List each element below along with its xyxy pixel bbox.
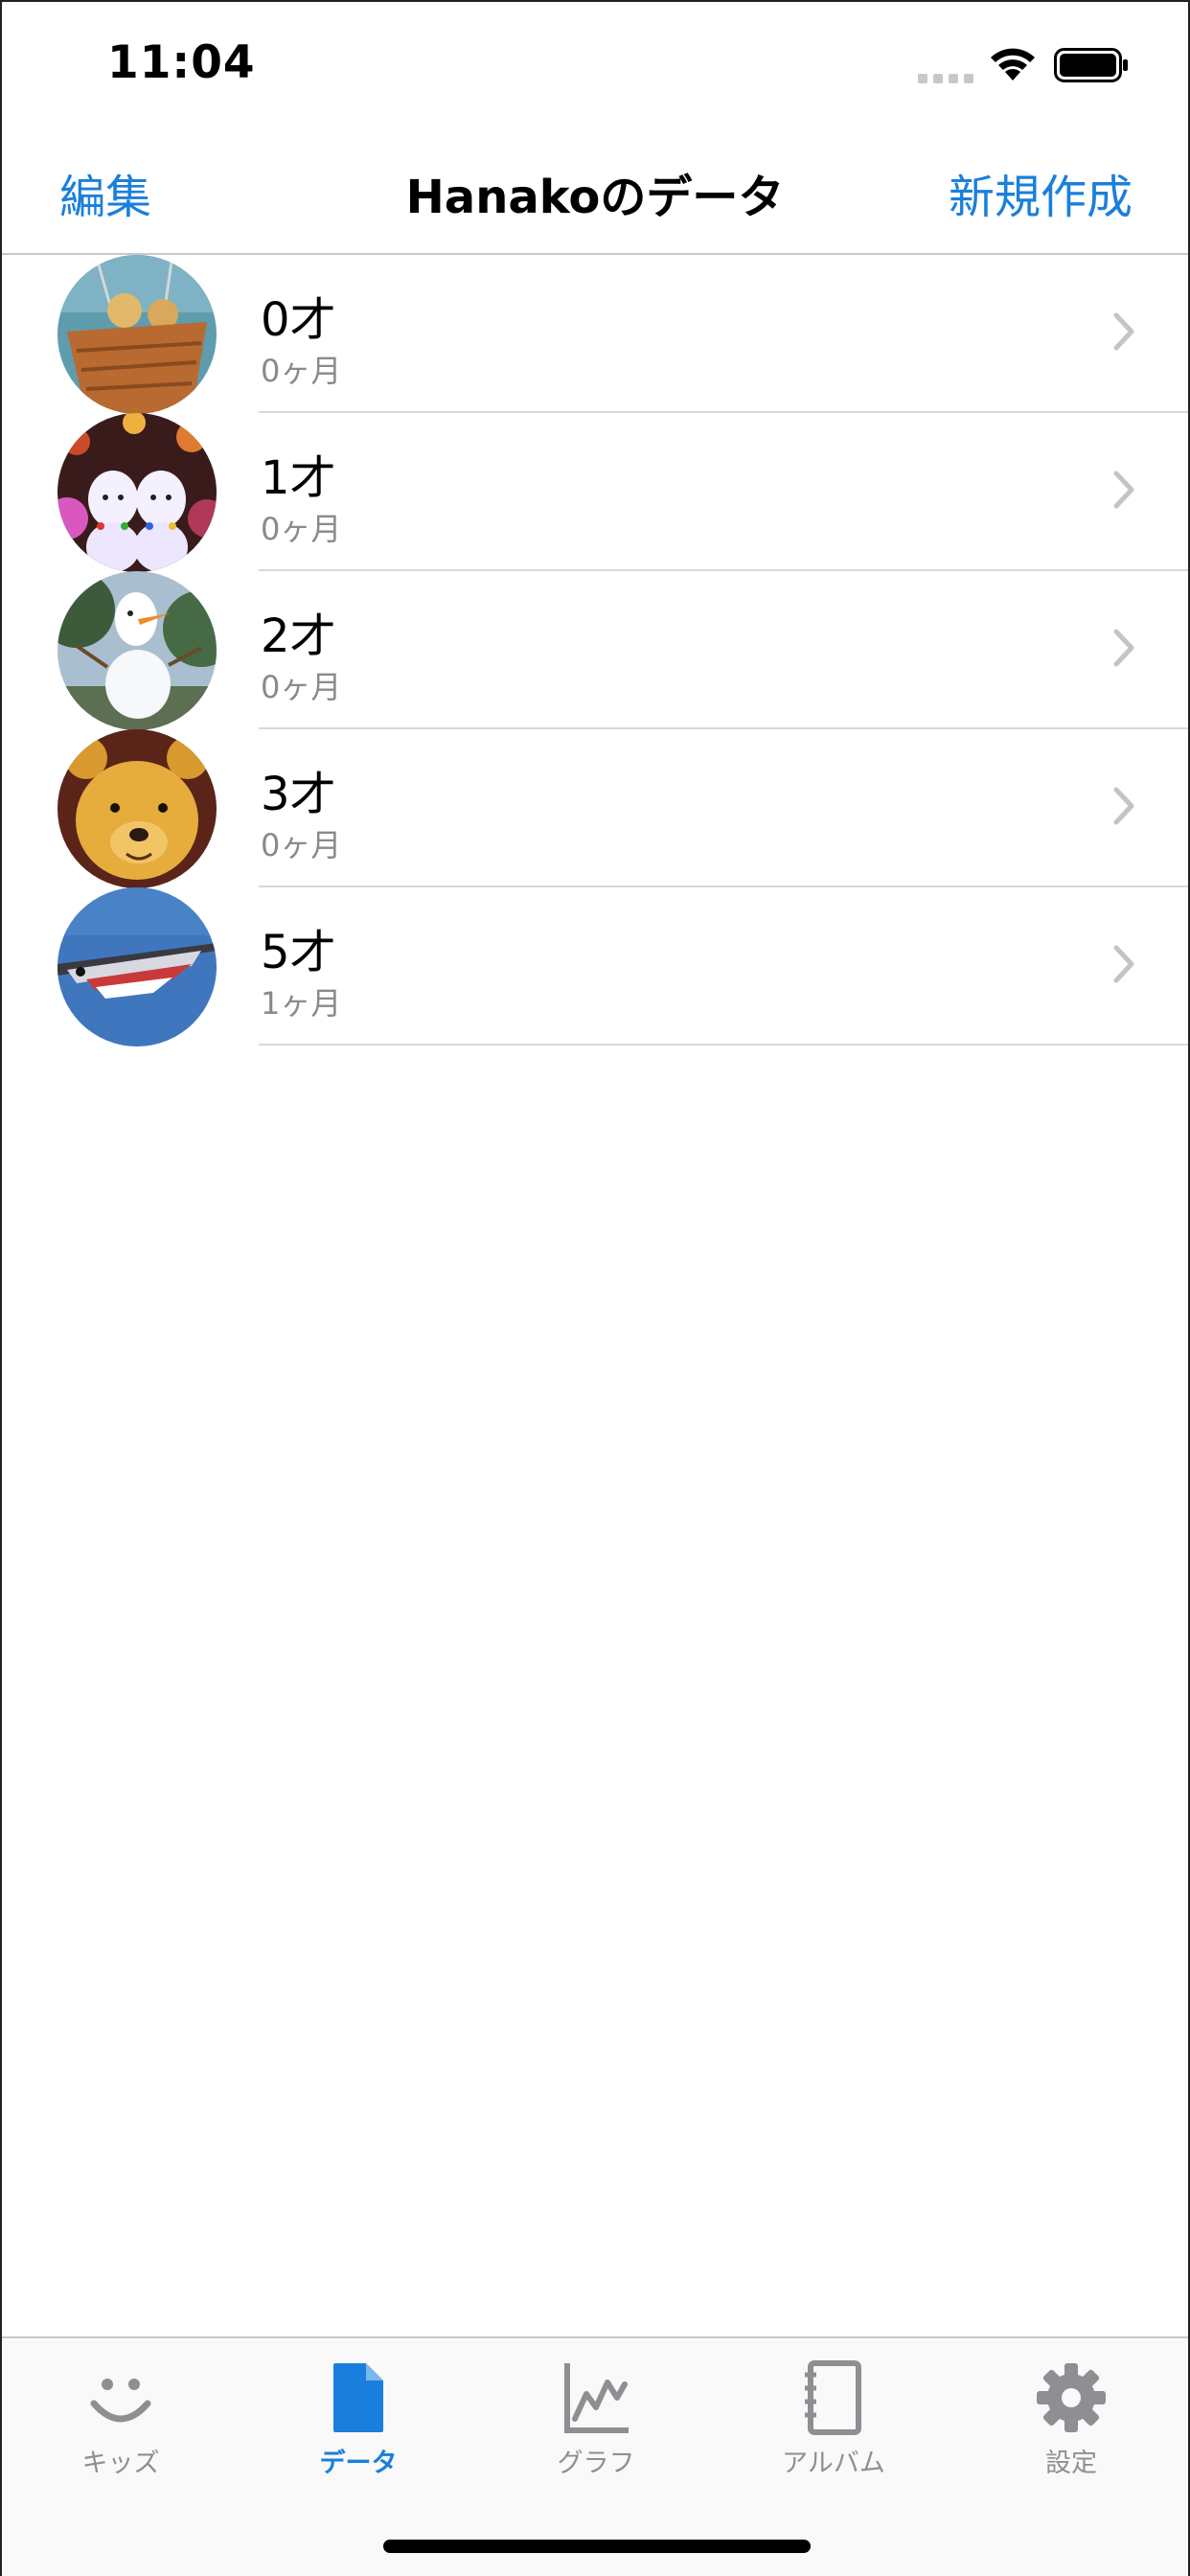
document-icon (263, 2359, 454, 2436)
chevron-right-icon (1113, 945, 1134, 987)
status-bar: 11:04 (2, 2, 1188, 128)
avatar-basket-photo (57, 255, 217, 414)
tab-album[interactable]: アルバム (738, 2359, 929, 2479)
navigation-bar: 編集 Hanakoのデータ 新規作成 (2, 128, 1188, 255)
battery-icon (1054, 48, 1129, 86)
age-years: 2才 (261, 610, 336, 663)
tab-kids[interactable]: キッズ (25, 2359, 217, 2479)
chevron-right-icon (1113, 312, 1134, 355)
notebook-icon (738, 2359, 929, 2436)
chevron-right-icon (1113, 471, 1134, 513)
age-years: 1才 (261, 451, 336, 505)
row-separator (259, 1044, 1188, 1046)
app-screen: 11:04 編集 Hanakoのデータ 新規作成 0才 0ヶ月 1才 0ヶ月 2… (0, 0, 1190, 2576)
avatar-snowman-lights-photo (57, 413, 217, 572)
gear-icon (975, 2359, 1167, 2436)
list-item[interactable]: 1才 0ヶ月 (2, 413, 1188, 572)
tab-label: グラフ (557, 2449, 635, 2478)
tab-label: キッズ (81, 2449, 160, 2478)
age-years: 0才 (261, 293, 336, 347)
avatar-bear-photo (57, 729, 217, 888)
chevron-right-icon (1113, 629, 1134, 671)
data-list: 0才 0ヶ月 1才 0ヶ月 2才 0ヶ月 3才 0ヶ月 5才 1ヶ月 (2, 255, 1188, 1046)
chart-icon (500, 2359, 692, 2436)
tab-label: データ (319, 2449, 398, 2478)
age-months: 0ヶ月 (261, 511, 342, 547)
status-time: 11:04 (107, 36, 256, 89)
age-months: 0ヶ月 (261, 827, 342, 863)
list-item[interactable]: 2才 0ヶ月 (2, 571, 1188, 730)
age-years: 3才 (261, 768, 336, 821)
tab-graph[interactable]: グラフ (500, 2359, 692, 2479)
age-months: 0ヶ月 (261, 353, 342, 389)
list-item[interactable]: 3才 0ヶ月 (2, 729, 1188, 888)
age-months: 1ヶ月 (261, 985, 342, 1022)
age-years: 5才 (261, 926, 336, 979)
cellular-signal-icon (918, 69, 973, 87)
chevron-right-icon (1113, 787, 1134, 829)
age-months: 0ヶ月 (261, 669, 342, 705)
tab-settings[interactable]: 設定 (975, 2359, 1167, 2479)
smiley-face-icon (25, 2359, 217, 2436)
wifi-icon (987, 44, 1039, 86)
list-item[interactable]: 0才 0ヶ月 (2, 255, 1188, 414)
avatar-snowman-photo (57, 571, 217, 730)
home-indicator[interactable] (383, 2540, 811, 2553)
new-entry-button[interactable]: 新規作成 (949, 159, 1133, 226)
list-item[interactable]: 5才 1ヶ月 (2, 887, 1188, 1046)
tab-label: 設定 (1045, 2449, 1097, 2478)
avatar-carp-streamer-photo (57, 887, 217, 1046)
tab-data[interactable]: データ (263, 2359, 454, 2479)
tab-label: アルバム (782, 2449, 885, 2478)
